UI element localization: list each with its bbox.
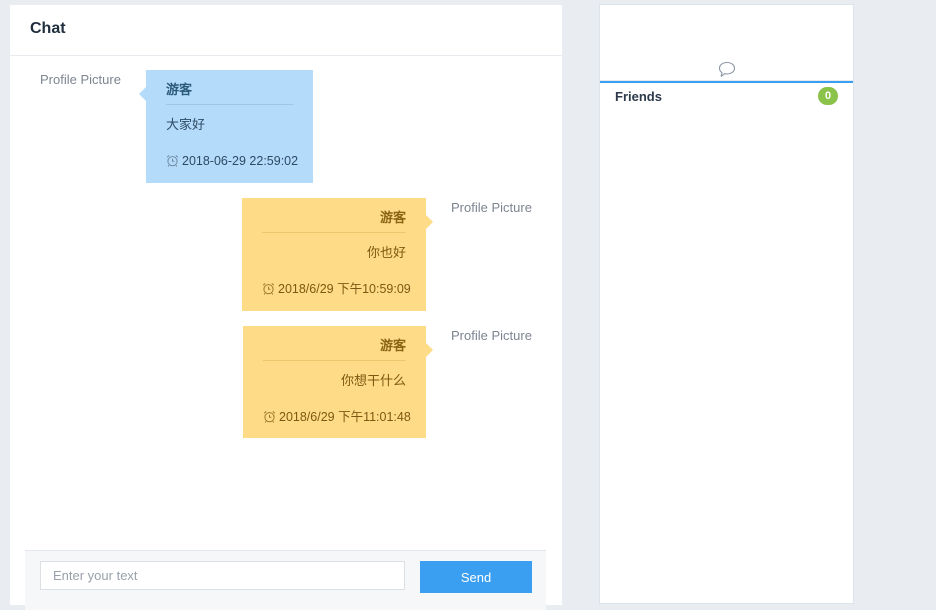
send-button[interactable]: Send: [420, 561, 532, 593]
message-timestamp: 2018/6/29 下午10:59:09: [278, 282, 411, 296]
alarm-clock-icon: [262, 283, 275, 295]
message-sender: 游客: [262, 208, 406, 233]
friends-count-badge: 0: [818, 87, 838, 105]
message-time: 2018-06-29 22:59:02: [166, 152, 298, 170]
message-text: 你也好: [366, 245, 406, 260]
bubble-pointer: [426, 215, 433, 229]
avatar: Profile Picture: [451, 200, 532, 215]
alarm-clock-icon: [263, 411, 276, 423]
message-input[interactable]: [40, 561, 405, 590]
bubble-pointer: [139, 87, 146, 101]
message-composer: Send: [25, 550, 546, 610]
friends-panel-header: [600, 5, 853, 81]
chat-title: Chat: [30, 20, 66, 37]
message-sender: 游客: [263, 336, 406, 361]
friends-panel: Friends 0: [599, 4, 854, 604]
message-bubble: 游客 你想干什么 2018/6/29 下午11:01:48: [243, 326, 433, 438]
message-text: 大家好: [166, 117, 206, 132]
friends-tab-label: Friends: [615, 89, 662, 104]
chat-panel: Chat Profile Picture 游客 大家好 2018-06-29 2…: [10, 5, 562, 610]
alarm-clock-icon: [166, 155, 179, 167]
message-text: 你想干什么: [340, 373, 406, 388]
message-time: 2018/6/29 下午10:59:09: [262, 280, 411, 298]
chat-bubble-icon[interactable]: [718, 61, 736, 78]
message-timestamp: 2018-06-29 22:59:02: [182, 154, 299, 168]
avatar: Profile Picture: [451, 328, 532, 343]
chat-header: Chat: [10, 5, 562, 56]
tab-friends[interactable]: Friends 0: [600, 81, 853, 109]
message-bubble: 游客 你也好 2018/6/29 下午10:59:09: [242, 198, 433, 311]
avatar: Profile Picture: [40, 72, 121, 87]
message-bubble: 游客 大家好 2018-06-29 22:59:02: [139, 70, 313, 183]
message-time: 2018/6/29 下午11:01:48: [263, 408, 411, 426]
message-timestamp: 2018/6/29 下午11:01:48: [279, 410, 411, 424]
message-sender: 游客: [166, 80, 293, 105]
bubble-pointer: [426, 343, 433, 357]
